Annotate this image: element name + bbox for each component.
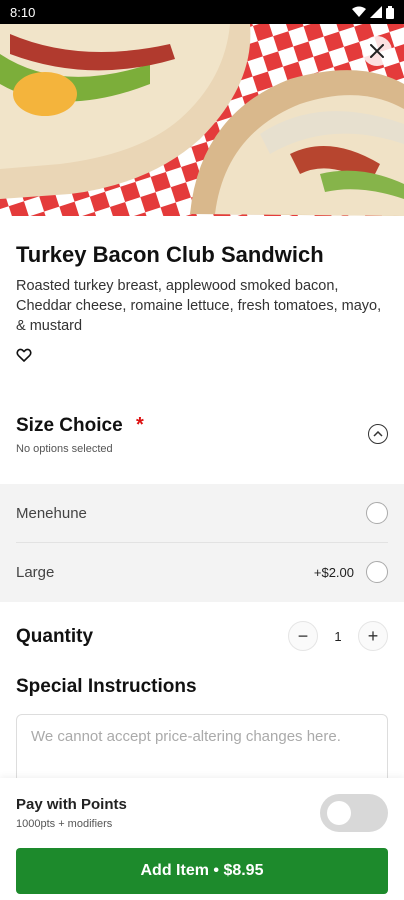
special-instructions-placeholder: We cannot accept price-altering changes … — [31, 728, 341, 745]
size-choice-title: Size Choice * — [16, 414, 144, 437]
status-bar: 8:10 — [0, 0, 404, 24]
size-choice-label: Size Choice — [16, 415, 123, 436]
option-radio[interactable] — [366, 502, 388, 524]
signal-icon — [370, 6, 382, 18]
quantity-label: Quantity — [16, 626, 94, 647]
close-button[interactable] — [362, 36, 392, 66]
size-options: Menehune Large +$2.00 — [0, 484, 404, 602]
plus-icon: + — [367, 625, 379, 646]
checkout-bar: Pay with Points 1000pts + modifiers Add … — [0, 778, 404, 900]
item-title: Turkey Bacon Club Sandwich — [16, 242, 324, 267]
option-price: +$2.00 — [313, 564, 354, 580]
quantity-value: 1 — [334, 628, 342, 644]
decrement-button[interactable]: − — [288, 621, 318, 651]
item-description: Roasted turkey breast, applewood smoked … — [16, 278, 382, 334]
option-label: Menehune — [16, 504, 87, 522]
option-large[interactable]: Large +$2.00 — [16, 543, 388, 601]
pay-with-points-label: Pay with Points — [16, 796, 127, 813]
option-radio[interactable] — [366, 561, 388, 583]
item-photo — [0, 24, 404, 216]
wifi-icon — [352, 6, 366, 17]
minus-icon: − — [297, 625, 309, 646]
option-menehune[interactable]: Menehune — [16, 484, 388, 543]
battery-icon — [386, 5, 394, 19]
add-item-button[interactable]: Add Item • $8.95 — [16, 848, 388, 894]
close-icon — [370, 44, 384, 58]
status-time: 8:10 — [10, 4, 36, 20]
add-item-label: Add Item • $8.95 — [140, 862, 264, 879]
special-instructions-title: Special Instructions — [16, 676, 197, 697]
toggle-knob — [327, 801, 351, 825]
option-label: Large — [16, 563, 55, 581]
points-cost: 1000pts + modifiers — [16, 818, 113, 830]
status-icons — [352, 5, 394, 19]
increment-button[interactable]: + — [358, 621, 388, 651]
required-indicator: * — [135, 414, 144, 436]
chevron-up-icon[interactable] — [368, 424, 388, 444]
size-choice-status: No options selected — [16, 443, 113, 455]
heart-icon[interactable] — [16, 347, 32, 363]
pay-with-points-toggle[interactable] — [320, 794, 388, 832]
quantity-stepper: − 1 + — [288, 621, 388, 651]
